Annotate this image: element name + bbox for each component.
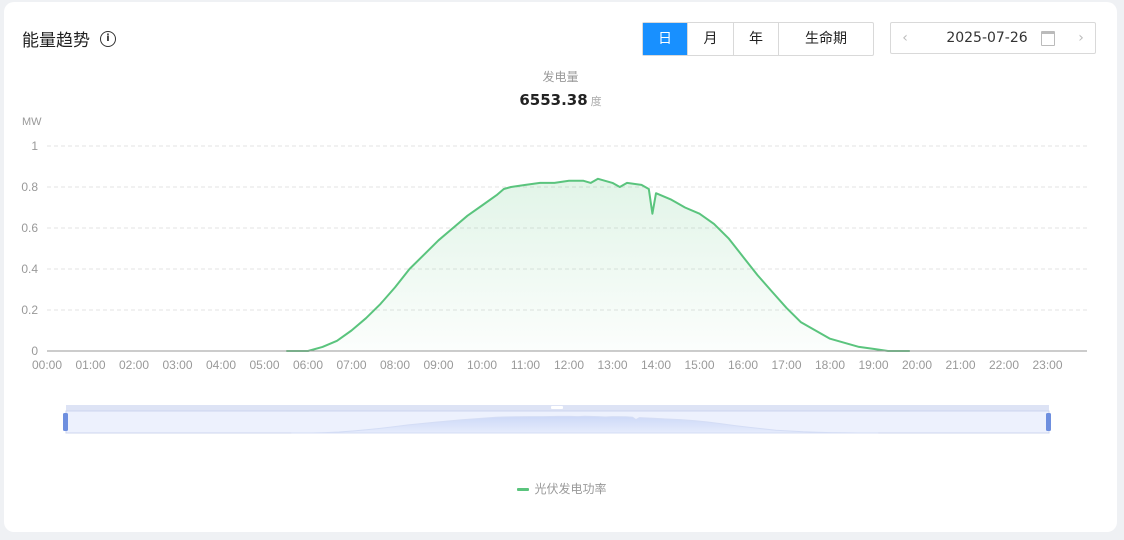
x-tick-label: 01:00 bbox=[75, 358, 105, 372]
x-tick-label: 17:00 bbox=[771, 358, 801, 372]
x-tick-label: 18:00 bbox=[815, 358, 845, 372]
x-tick-label: 07:00 bbox=[336, 358, 366, 372]
y-axis-ticks: 0 0.2 0.4 0.6 0.8 1 bbox=[21, 139, 38, 358]
legend-swatch bbox=[517, 488, 530, 491]
series-area bbox=[286, 178, 910, 351]
x-tick-label: 21:00 bbox=[945, 358, 975, 372]
x-axis-ticks: 00:00 01:00 02:00 03:00 04:00 05:00 06:00 07:00… bbox=[32, 358, 1063, 372]
zoom-handle-right[interactable] bbox=[1046, 413, 1051, 431]
x-tick-label: 11:00 bbox=[511, 358, 540, 372]
x-tick-label: 15:00 bbox=[684, 358, 714, 372]
x-tick-label: 00:00 bbox=[32, 358, 62, 372]
x-tick-label: 03:00 bbox=[162, 358, 192, 372]
zoom-handle-left[interactable] bbox=[63, 413, 68, 431]
x-tick-label: 23:00 bbox=[1032, 358, 1062, 372]
x-tick-label: 10:00 bbox=[467, 358, 497, 372]
x-tick-label: 09:00 bbox=[423, 358, 453, 372]
x-tick-label: 20:00 bbox=[902, 358, 932, 372]
x-tick-label: 22:00 bbox=[989, 358, 1019, 372]
x-tick-label: 16:00 bbox=[728, 358, 758, 372]
x-tick-label: 06:00 bbox=[293, 358, 323, 372]
y-tick-label: 0.8 bbox=[21, 180, 38, 194]
x-tick-label: 12:00 bbox=[554, 358, 584, 372]
y-tick-label: 0 bbox=[31, 344, 38, 358]
x-tick-label: 13:00 bbox=[597, 358, 627, 372]
x-tick-label: 02:00 bbox=[119, 358, 149, 372]
legend-label: 光伏发电功率 bbox=[534, 482, 607, 496]
x-tick-label: 14:00 bbox=[641, 358, 671, 372]
data-zoom-slider[interactable] bbox=[63, 405, 1051, 434]
y-tick-label: 0.4 bbox=[21, 262, 38, 276]
y-tick-label: 0.2 bbox=[21, 303, 38, 317]
energy-chart: MW 0 0.2 0.4 0.6 0.8 1 00:00 01:00 02:00 03:00 04… bbox=[21, 116, 1087, 434]
x-tick-label: 19:00 bbox=[858, 358, 888, 372]
y-axis-label: MW bbox=[22, 116, 42, 128]
zoom-slider-grip[interactable] bbox=[551, 406, 563, 409]
x-tick-label: 08:00 bbox=[380, 358, 410, 372]
chart-legend[interactable]: 光伏发电功率 bbox=[0, 480, 1124, 497]
y-tick-label: 1 bbox=[31, 139, 38, 153]
y-tick-label: 0.6 bbox=[21, 221, 38, 235]
x-tick-label: 04:00 bbox=[206, 358, 236, 372]
x-tick-label: 05:00 bbox=[249, 358, 279, 372]
